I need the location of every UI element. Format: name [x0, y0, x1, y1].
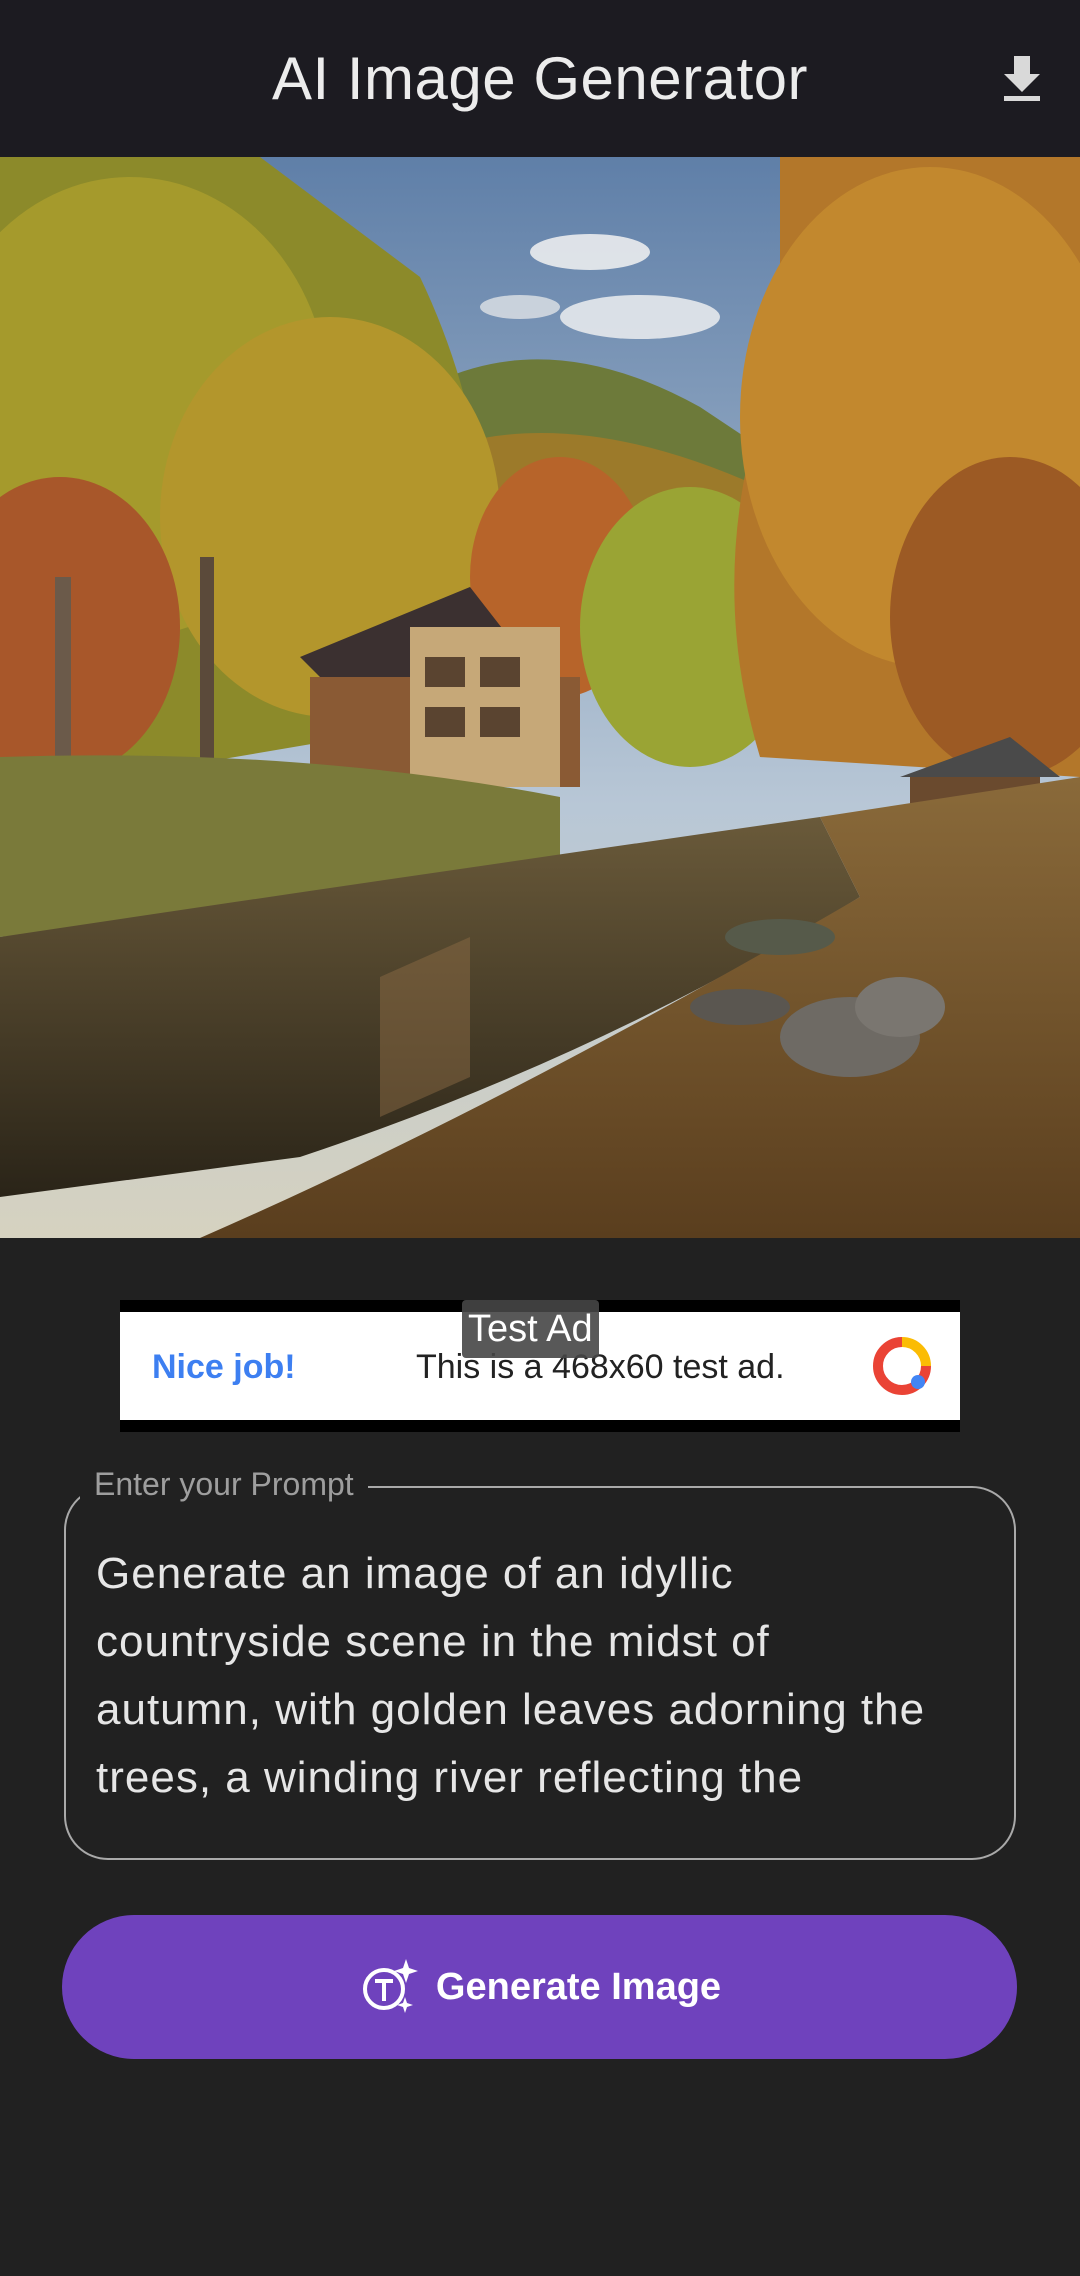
generate-button-label: Generate Image [435, 1965, 722, 2008]
download-button[interactable] [992, 48, 1052, 108]
ad-logo-icon [873, 1337, 931, 1395]
prompt-text[interactable]: Generate an image of an idyllic countrys… [96, 1540, 996, 1812]
download-icon [1004, 56, 1040, 101]
ad-headline: Nice job! [152, 1348, 296, 1386]
prompt-label: Enter your Prompt [80, 1466, 368, 1503]
generate-image-button[interactable]: Generate Image [62, 1915, 1017, 2059]
ai-sparkle-text-icon [362, 1959, 418, 2013]
app-bar: AI Image Generator [0, 0, 1080, 157]
generated-image [0, 157, 1080, 1238]
app-title: AI Image Generator [272, 45, 808, 112]
test-ad-badge: Test Ad [462, 1300, 599, 1358]
